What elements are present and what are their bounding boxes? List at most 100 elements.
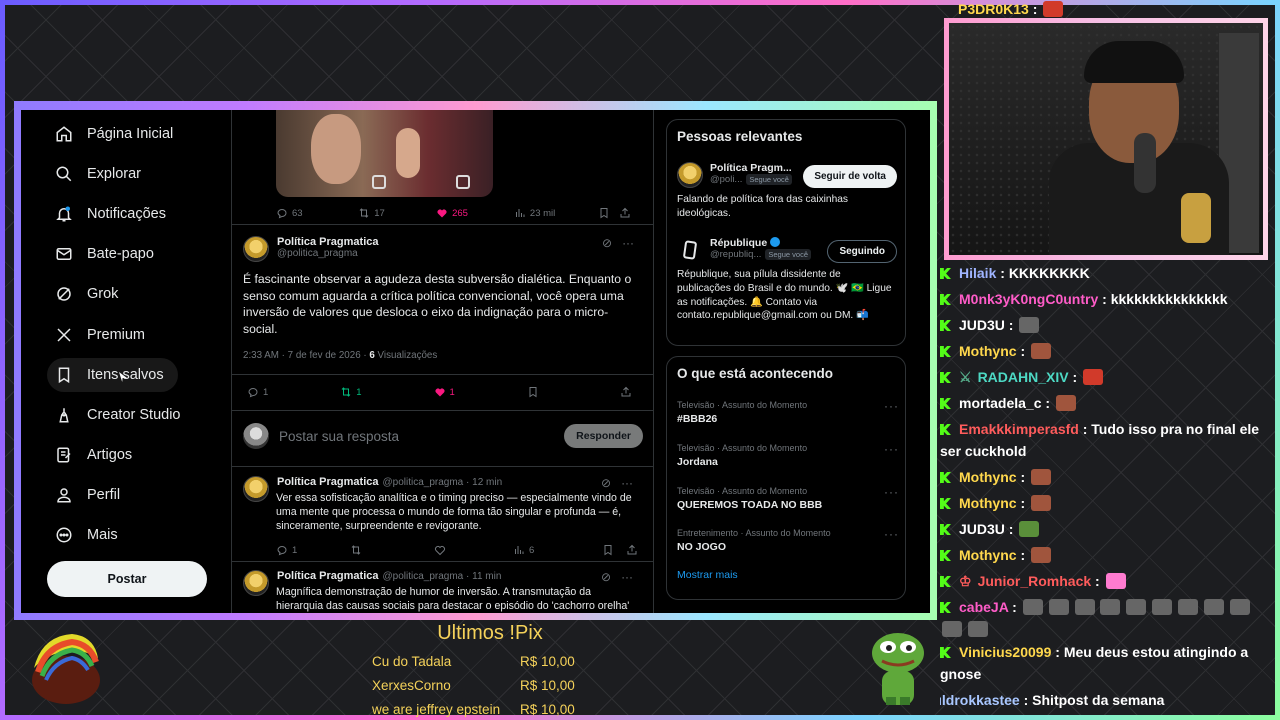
mail-icon	[56, 248, 72, 260]
nav-notifications[interactable]: Notificações	[47, 197, 180, 231]
relevant-person[interactable]: Política Pragm... @poli... Segue você Seg…	[677, 162, 897, 221]
nav-profile[interactable]: Perfil	[47, 478, 134, 512]
share-action[interactable]	[626, 544, 638, 556]
chat-username[interactable]: Mothync	[959, 495, 1017, 511]
relevant-person[interactable]: République @republiq... Segue você Seguin…	[677, 237, 897, 323]
post-button[interactable]: Postar	[47, 561, 207, 597]
more-icon[interactable]: ···	[884, 527, 899, 541]
repost-action[interactable]: 17	[358, 207, 436, 219]
chat-username[interactable]: Mothync	[959, 343, 1017, 359]
main-tweet-author[interactable]: Política Pragmatica @politica_pragma	[243, 236, 379, 262]
chat-message: Vinicius20099 : Meu deus estou atingindo…	[940, 644, 1249, 682]
nav-chat[interactable]: Bate-papo	[47, 237, 168, 271]
kick-badge-icon	[940, 346, 951, 357]
bookmark-action[interactable]	[602, 544, 622, 556]
avatar[interactable]	[243, 476, 269, 502]
chat-username[interactable]: Junior_Romhack	[978, 573, 1092, 589]
nav-more[interactable]: Mais	[47, 518, 132, 552]
author-handle[interactable]: @politica_pragma	[277, 248, 379, 259]
nav-home[interactable]: Página Inicial	[47, 117, 187, 151]
follow-back-button[interactable]: Seguir de volta	[803, 165, 897, 188]
chat-message: P3DR0K13 :	[958, 0, 1265, 20]
nav-grok[interactable]: Grok	[47, 277, 132, 311]
avatar[interactable]	[243, 570, 269, 596]
more-icon[interactable]: ···	[884, 485, 899, 499]
following-button[interactable]: Seguindo	[827, 240, 897, 263]
chat-username[interactable]: RADAHN_XIV	[978, 369, 1069, 385]
share-icon	[621, 386, 631, 397]
chart-icon	[515, 209, 525, 217]
chat-text: KKKKKKKK	[1008, 265, 1090, 281]
trend-item[interactable]: Televisão · Assunto do Momento QUEREMOS …	[677, 485, 899, 511]
chat-username[interactable]: Mothync	[959, 547, 1017, 563]
tweet-timestamp[interactable]: 2:33 AM · 7 de fev de 2026 ·	[243, 350, 369, 361]
chat-username[interactable]: mortadela_c	[959, 395, 1041, 411]
trend-item[interactable]: Entretenimento · Assunto do Momento NO J…	[677, 527, 899, 553]
author-name[interactable]: Política Pragmatica	[277, 476, 379, 488]
views-action[interactable]: 23 mil	[514, 207, 598, 219]
reply-action[interactable]: 1	[247, 386, 337, 398]
top-tweet-actions: 63 17 265 23 mil	[276, 207, 631, 219]
left-nav: Página Inicial Explorar Notificações Bat…	[21, 110, 231, 613]
avatar[interactable]	[243, 236, 269, 262]
person-name[interactable]: République	[710, 237, 811, 249]
show-more-link[interactable]: Mostrar mais	[677, 569, 738, 581]
grok-icon[interactable]: ⊘	[602, 236, 612, 250]
chat-username[interactable]: M0nk3yK0ngC0untry	[959, 291, 1098, 307]
avatar[interactable]	[677, 162, 703, 188]
more-icon[interactable]: ···	[621, 570, 633, 584]
trend-item[interactable]: Televisão · Assunto do Momento Jordana ·…	[677, 442, 899, 468]
more-icon[interactable]: ···	[884, 442, 899, 456]
more-icon[interactable]: ···	[622, 236, 634, 250]
divider	[232, 374, 653, 375]
author-handle[interactable]: @politica_pragma · 11 min	[383, 571, 502, 582]
chat-username[interactable]: Hilaik	[959, 265, 996, 281]
grok-icon	[57, 287, 71, 301]
author-name[interactable]: Política Pragmatica	[277, 570, 379, 582]
chat-message: Mothync :	[940, 492, 1265, 514]
chat-username[interactable]: JUD3U	[959, 521, 1005, 537]
frog-icon	[872, 633, 924, 705]
reply-input[interactable]: Postar sua resposta	[279, 429, 554, 444]
reply-button[interactable]: Responder	[564, 424, 643, 448]
repost-action[interactable]	[350, 544, 430, 556]
share-action[interactable]	[620, 386, 632, 398]
reply-action[interactable]: 63	[276, 207, 338, 219]
nav-bookmarks[interactable]: Itens salvos	[47, 358, 178, 392]
chat-username[interactable]: ıldrokkastee	[940, 692, 1020, 708]
chat-username[interactable]: cabeJA	[959, 599, 1008, 615]
phone-logo-icon[interactable]	[677, 237, 703, 263]
bookmark-action[interactable]	[598, 207, 619, 219]
author-handle[interactable]: @politica_pragma · 12 min	[383, 477, 503, 488]
like-action[interactable]	[434, 544, 509, 556]
person-name[interactable]: Política Pragm...	[710, 162, 792, 174]
views-action[interactable]: 6	[513, 544, 598, 556]
bookmark-action[interactable]	[527, 386, 617, 398]
nav-premium[interactable]: Premium	[47, 318, 159, 352]
like-action[interactable]: 1	[434, 386, 524, 398]
chat-username[interactable]: JUD3U	[959, 317, 1005, 333]
kick-badge-icon	[940, 524, 951, 535]
like-action[interactable]: 265	[436, 207, 514, 219]
chat-username[interactable]: Emakkkimperasfd	[959, 421, 1079, 437]
video-control-icon[interactable]	[372, 175, 386, 189]
repost-action[interactable]: 1	[340, 386, 430, 398]
nav-articles[interactable]: Artigos	[47, 438, 146, 472]
trend-item[interactable]: Televisão · Assunto do Momento #BBB26 ··…	[677, 399, 899, 425]
more-icon[interactable]: ···	[884, 399, 899, 413]
tweet-video[interactable]	[276, 110, 493, 197]
more-icon[interactable]: ···	[621, 476, 633, 490]
trend-category: Entretenimento · Assunto do Momento	[677, 528, 831, 538]
video-bookmark-icon[interactable]	[456, 175, 470, 189]
nav-explore[interactable]: Explorar	[47, 157, 155, 191]
chat-username[interactable]: Mothync	[959, 469, 1017, 485]
nav-creator-studio[interactable]: Creator Studio	[47, 398, 195, 432]
share-action[interactable]	[619, 207, 631, 219]
reply-action[interactable]: 1	[276, 544, 346, 556]
author-name[interactable]: Política Pragmatica	[277, 236, 379, 248]
kick-badge-icon	[940, 576, 951, 587]
grok-icon[interactable]: ⊘	[601, 570, 611, 584]
grok-icon[interactable]: ⊘	[601, 476, 611, 490]
chat-username[interactable]: P3DR0K13	[958, 1, 1029, 17]
chat-username[interactable]: Vinicius20099	[959, 644, 1051, 660]
